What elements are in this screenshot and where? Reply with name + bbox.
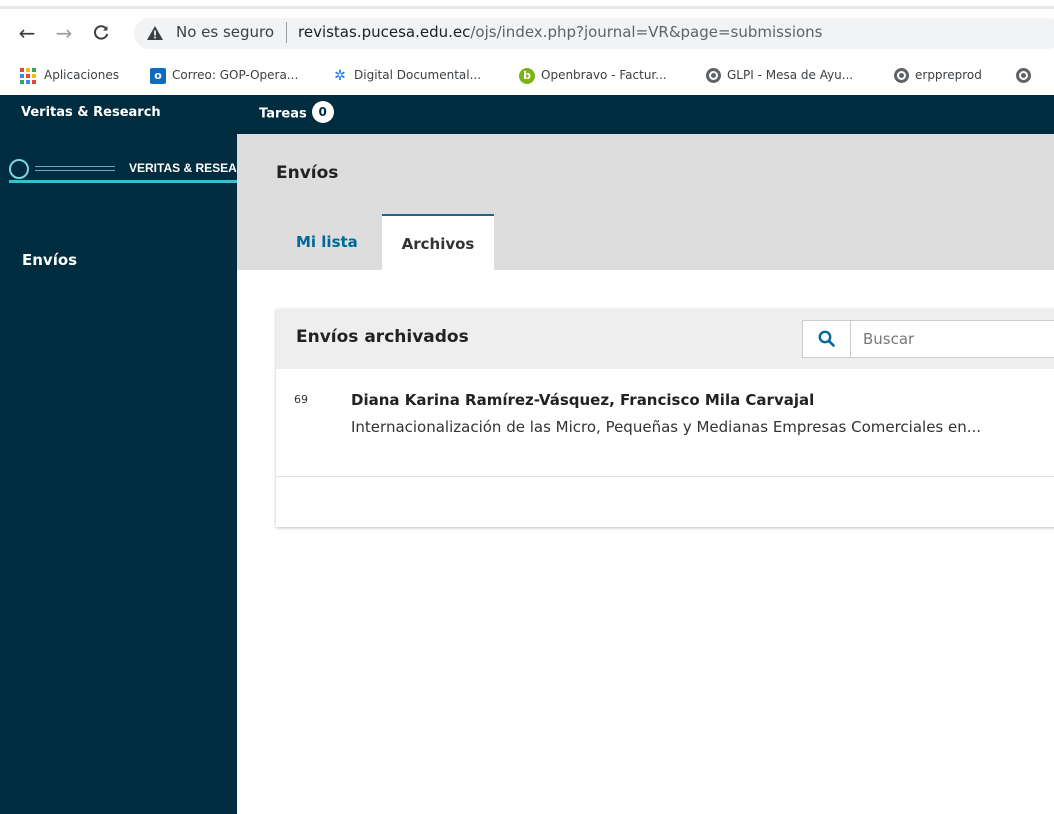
warning-triangle-icon[interactable] (146, 25, 164, 41)
bookmark-erppreprod[interactable]: erppreprod (894, 64, 982, 86)
url-text[interactable]: revistas.pucesa.edu.ec/ojs/index.php?jou… (298, 23, 822, 41)
main-content: Envíos archivados 69 Diana Karina Ramíre… (237, 270, 1054, 814)
bookmark-label: erppreprod (915, 68, 982, 82)
bookmark-correo[interactable]: o Correo: GOP-Opera... (150, 64, 298, 86)
browser-chrome: ← → No es seguro revistas.pucesa.edu.ec/… (0, 0, 1054, 95)
journal-logo[interactable]: VERITAS & RESEARCH (9, 157, 263, 183)
sidebar-item-envios[interactable]: Envíos (22, 251, 77, 269)
globe-icon (706, 68, 721, 83)
journal-brand[interactable]: Veritas & Research (21, 105, 161, 120)
page-header: Envíos Mi lista Archivos (237, 134, 1054, 270)
submission-id: 69 (294, 393, 308, 406)
submission-row[interactable]: 69 Diana Karina Ramírez-Vásquez, Francis… (276, 369, 1054, 477)
forward-arrow-icon[interactable]: → (51, 20, 77, 46)
search-input[interactable] (850, 320, 1054, 358)
bookmark-label: Correo: GOP-Opera... (172, 68, 299, 82)
omnibox-separator (286, 22, 287, 43)
sidebar: VERITAS & RESEARCH Envíos (0, 134, 263, 814)
bookmark-label: Aplicaciones (44, 68, 119, 82)
archived-submissions-panel: Envíos archivados 69 Diana Karina Ramíre… (276, 309, 1054, 527)
reload-icon[interactable] (88, 20, 114, 46)
tasks-label: Tareas (259, 106, 307, 122)
url-path: /ojs/index.php?journal=VR&page=submissio… (470, 23, 823, 41)
digital-documental-icon: ✲ (334, 67, 346, 84)
panel-header: Envíos archivados (276, 309, 1054, 369)
page-title: Envíos (276, 163, 339, 183)
bookmark-label: Openbravo - Factur... (541, 68, 667, 82)
globe-icon (1016, 68, 1031, 83)
apps-grid-icon (20, 67, 36, 84)
tab-mi-lista[interactable]: Mi lista (277, 214, 377, 270)
bookmark-overflow[interactable] (1016, 64, 1037, 86)
bookmark-label: GLPI - Mesa de Ayu... (727, 68, 854, 82)
bookmark-glpi[interactable]: GLPI - Mesa de Ayu... (706, 64, 853, 86)
tasks-count-badge: 0 (311, 101, 334, 123)
bookmark-apps[interactable]: Aplicaciones (20, 64, 119, 86)
search-button[interactable] (802, 320, 850, 358)
outlook-icon: o (150, 67, 166, 84)
url-host: revistas.pucesa.edu.ec (298, 23, 471, 41)
openbravo-icon: b (519, 67, 535, 84)
submission-title: Internacionalización de las Micro, Peque… (351, 418, 982, 436)
tab-strip (0, 6, 1054, 9)
app-header: Veritas & Research Tareas 0 (0, 95, 1054, 134)
tab-archivos[interactable]: Archivos (382, 214, 494, 270)
logo-emblem (9, 159, 29, 179)
submission-authors: Diana Karina Ramírez-Vásquez, Francisco … (351, 391, 815, 409)
bookmarks-bar: Aplicaciones o Correo: GOP-Opera... ✲ Digi… (0, 58, 1054, 90)
insecure-label[interactable]: No es seguro (176, 23, 274, 41)
tasks-button[interactable]: Tareas 0 (259, 101, 334, 123)
address-row: ← → No es seguro revistas.pucesa.edu.ec/… (0, 18, 1054, 50)
search-icon (818, 330, 835, 347)
back-arrow-icon[interactable]: ← (14, 20, 40, 46)
panel-title: Envíos archivados (296, 327, 469, 347)
bookmark-openbravo[interactable]: b Openbravo - Factur... (519, 64, 667, 86)
bookmark-label: Digital Documental... (354, 68, 482, 82)
globe-icon (894, 68, 909, 83)
bookmark-digital-documental[interactable]: ✲ Digital Documental... (332, 64, 481, 86)
logo-subtitle-lines (35, 166, 115, 171)
